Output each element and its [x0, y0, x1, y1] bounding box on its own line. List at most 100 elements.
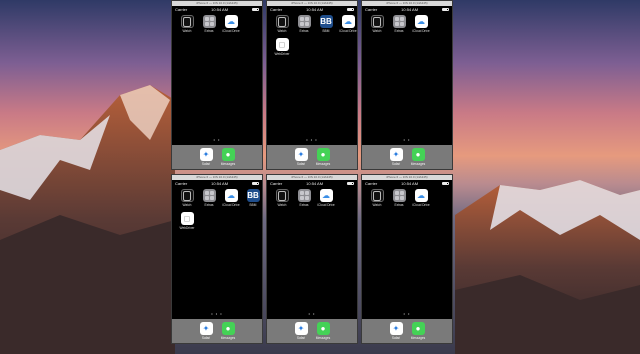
clock: 10:54 AM [306, 6, 324, 12]
app-icloud-drive[interactable]: ☁ iCloud Drive [317, 189, 335, 207]
app-extras[interactable]: Extras [296, 189, 312, 207]
app-extras[interactable]: Extras [391, 15, 407, 33]
app-safari[interactable]: ✦ Safari [293, 148, 309, 166]
app-extras[interactable]: Extras [296, 15, 312, 33]
battery-icon [251, 181, 259, 185]
home-screen-grid: Watch Extras BB BBM ☁ iCloud Drive ◻ WebDri… [267, 12, 357, 56]
app-messages[interactable]: ● Messages [315, 322, 331, 340]
carrier-label: Carrier [270, 6, 283, 12]
app-label: Watch [277, 203, 287, 207]
app-label: iCloud Drive [317, 203, 335, 207]
app-safari[interactable]: ✦ Safari [293, 322, 309, 340]
app-messages[interactable]: ● Messages [220, 322, 236, 340]
safari-icon: ✦ [294, 148, 308, 161]
watch-icon [275, 189, 289, 202]
app-label: Safari [296, 336, 306, 340]
extras-folder-icon [202, 189, 216, 202]
app-label: iCloud Drive [222, 29, 240, 33]
dock: ✦ Safari ● Messages [362, 145, 452, 169]
extras-folder-icon [392, 189, 406, 202]
carrier-label: Carrier [365, 180, 378, 186]
app-label: Extras [394, 203, 404, 207]
carrier-label: Carrier [175, 180, 188, 186]
dock: ✦ Safari ● Messages [172, 319, 262, 343]
app-watch[interactable]: Watch [274, 189, 290, 207]
app-label: Extras [299, 29, 309, 33]
app-icloud-drive[interactable]: ☁ iCloud Drive [412, 15, 430, 33]
app-watch[interactable]: Watch [369, 15, 385, 33]
app-label: BBM [249, 203, 257, 207]
home-screen-grid: Watch Extras ☁ iCloud Drive [362, 12, 452, 33]
messages-icon: ● [316, 148, 330, 161]
app-watch[interactable]: Watch [179, 189, 195, 207]
app-messages[interactable]: ● Messages [410, 322, 426, 340]
page-dots: • • [403, 137, 411, 142]
app-safari[interactable]: ✦ Safari [198, 322, 214, 340]
app-label: Safari [391, 162, 401, 166]
battery-icon [346, 7, 354, 11]
page-dots: • • • [306, 137, 318, 142]
app-watch[interactable]: Watch [179, 15, 195, 33]
app-label: BBM [322, 29, 330, 33]
app-label: Watch [182, 29, 192, 33]
simulator-window[interactable]: iPhone 6 — iOS 10.0 (14A345) Carrier 10:… [361, 174, 453, 344]
app-label: Safari [296, 162, 306, 166]
dock: ✦ Safari ● Messages [267, 145, 357, 169]
simulator-window[interactable]: iPhone 6 — iOS 10.0 (14A345) Carrier 10:… [266, 174, 358, 344]
app-messages[interactable]: ● Messages [410, 148, 426, 166]
app-label: WebDriver [274, 52, 290, 56]
app-label: Messages [315, 162, 331, 166]
simulator-window[interactable]: iPhone 6 — iOS 10.0 (14A345) Carrier 10:… [171, 174, 263, 344]
app-webdriver[interactable]: ◻ WebDriver [179, 212, 195, 230]
app-safari[interactable]: ✦ Safari [388, 322, 404, 340]
carrier-label: Carrier [270, 180, 283, 186]
app-extras[interactable]: Extras [201, 15, 217, 33]
watch-icon [180, 189, 194, 202]
extras-folder-icon [297, 15, 311, 28]
app-label: Watch [182, 203, 192, 207]
webdriver-icon: ◻ [180, 212, 194, 225]
battery-icon [441, 7, 449, 11]
app-messages[interactable]: ● Messages [315, 148, 331, 166]
clock: 10:54 AM [306, 180, 324, 186]
app-icloud-drive[interactable]: ☁ iCloud Drive [339, 15, 357, 33]
safari-icon: ✦ [199, 322, 213, 335]
carrier-label: Carrier [175, 6, 188, 12]
app-label: Watch [372, 29, 382, 33]
app-icloud-drive[interactable]: ☁ iCloud Drive [222, 189, 240, 207]
page-dots: • • [403, 311, 411, 316]
dock: ✦ Safari ● Messages [267, 319, 357, 343]
icloud-drive-icon: ☁ [341, 15, 355, 28]
home-screen-grid: Watch Extras ☁ iCloud Drive BB BBM ◻ WebDri… [172, 186, 262, 230]
simulator-window[interactable]: iPhone 6 — iOS 10.0 (14A345) Carrier 10:… [171, 0, 263, 170]
home-screen-grid: Watch Extras ☁ iCloud Drive [362, 186, 452, 207]
page-dots: • • [308, 311, 316, 316]
watch-icon [370, 189, 384, 202]
dock: ✦ Safari ● Messages [172, 145, 262, 169]
battery-icon [251, 7, 259, 11]
app-watch[interactable]: Watch [369, 189, 385, 207]
icloud-drive-icon: ☁ [224, 15, 238, 28]
bbm-icon: BB [246, 189, 260, 202]
simulator-window[interactable]: iPhone 6 — iOS 10.0 (14A345) Carrier 10:… [361, 0, 453, 170]
app-messages[interactable]: ● Messages [220, 148, 236, 166]
app-extras[interactable]: Extras [391, 189, 407, 207]
battery-icon [441, 181, 449, 185]
app-label: Safari [391, 336, 401, 340]
clock: 10:54 AM [211, 180, 229, 186]
app-bbm[interactable]: BB BBM [318, 15, 334, 33]
app-icloud-drive[interactable]: ☁ iCloud Drive [412, 189, 430, 207]
simulator-window[interactable]: iPhone 6 — iOS 10.0 (14A345) Carrier 10:… [266, 0, 358, 170]
app-label: Extras [299, 203, 309, 207]
page-dots: • • [213, 137, 221, 142]
app-bbm[interactable]: BB BBM [245, 189, 261, 207]
app-webdriver[interactable]: ◻ WebDriver [274, 38, 290, 56]
watch-icon [275, 15, 289, 28]
messages-icon: ● [221, 322, 235, 335]
app-extras[interactable]: Extras [201, 189, 217, 207]
app-safari[interactable]: ✦ Safari [198, 148, 214, 166]
app-watch[interactable]: Watch [274, 15, 290, 33]
messages-icon: ● [221, 148, 235, 161]
app-safari[interactable]: ✦ Safari [388, 148, 404, 166]
app-icloud-drive[interactable]: ☁ iCloud Drive [222, 15, 240, 33]
